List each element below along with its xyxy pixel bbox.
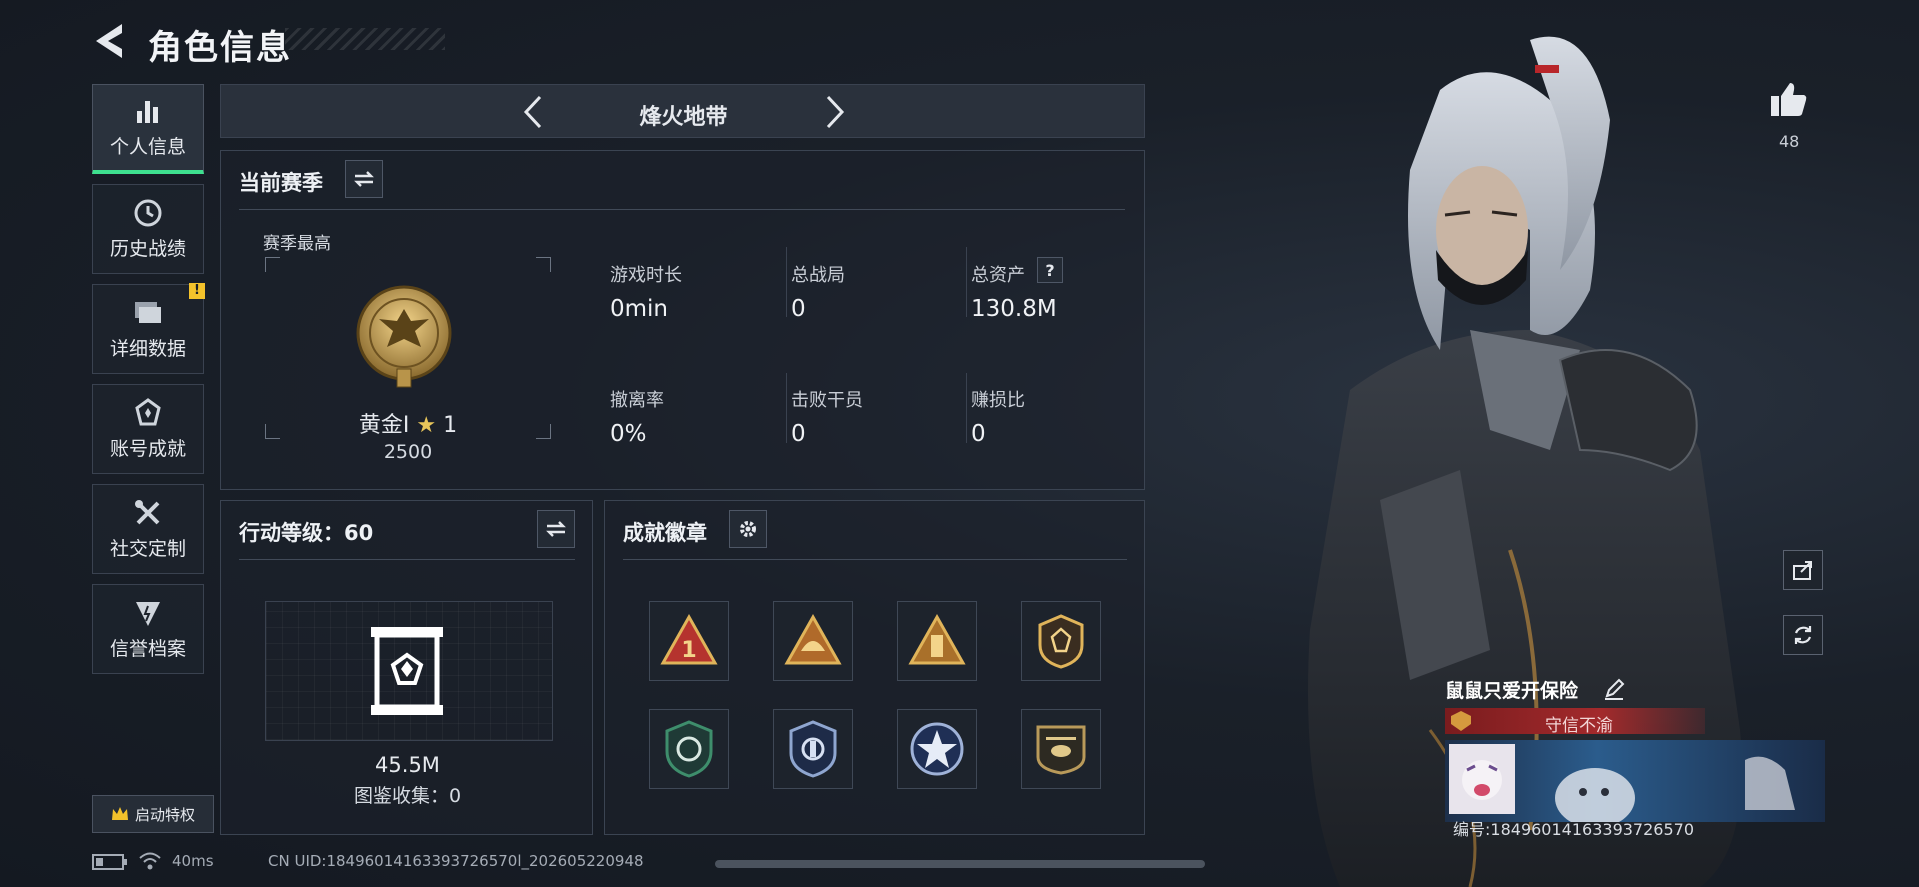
nav-item-label: 账号成就 xyxy=(109,437,186,460)
stat-label-kills: 击败干员 xyxy=(791,390,863,411)
player-title-text: 守信不渝 xyxy=(1545,716,1613,736)
like-count: 48 xyxy=(1779,132,1800,151)
scrollbar[interactable] xyxy=(715,860,1205,868)
share-icon xyxy=(1793,561,1812,580)
tools-icon xyxy=(133,498,163,528)
alert-badge: ! xyxy=(189,283,205,299)
next-mode-button[interactable] xyxy=(816,93,852,131)
action-level-switch-button[interactable] xyxy=(537,510,575,548)
tower-badge[interactable] xyxy=(897,601,977,681)
battery-icon xyxy=(92,854,127,870)
wifi-icon xyxy=(139,852,161,870)
nav-item-label: 信誉档案 xyxy=(109,637,186,660)
player-card: 鼠鼠只爱开保险 守信不渝 编号:18496014163393726570 xyxy=(1445,670,1825,840)
stat-label-playtime: 游戏时长 xyxy=(610,265,682,286)
player-name: 鼠鼠只爱开保险 xyxy=(1445,680,1579,702)
nav-item-label: 详细数据 xyxy=(109,337,186,360)
collection-count: 图鉴收集：0 xyxy=(353,785,462,807)
stat-value-assets: 130.8M xyxy=(971,296,1057,322)
achievement-badges-panel: 成就徽章 1 xyxy=(604,500,1145,835)
gear-icon xyxy=(740,521,756,537)
stat-label-matches: 总战局 xyxy=(791,265,845,286)
action-level-panel: 行动等级：60 45.5M 图鉴收集：0 xyxy=(220,500,593,835)
helmet-badge[interactable] xyxy=(773,601,853,681)
mode-title: 烽火地带 xyxy=(639,105,728,130)
nav-item-label: 历史战绩 xyxy=(109,237,186,260)
player-banner xyxy=(1445,740,1825,822)
achievement-icon xyxy=(133,397,163,428)
season-switch-button[interactable] xyxy=(345,160,383,198)
thumbs-up-icon[interactable] xyxy=(1768,80,1808,120)
refresh-icon xyxy=(1794,626,1812,644)
stat-label-extraction-rate: 撤离率 xyxy=(610,390,664,411)
player-id: 编号:18496014163393726570 xyxy=(1453,820,1694,839)
badge-settings-button[interactable] xyxy=(729,510,767,548)
folder-icon xyxy=(133,298,163,328)
action-level-value: 60 xyxy=(344,521,374,545)
nav-item-label: 个人信息 xyxy=(109,136,186,158)
title-emblem-icon xyxy=(1451,711,1471,731)
stat-value-kills: 0 xyxy=(791,421,806,447)
stat-value-profit-ratio: 0 xyxy=(971,421,986,447)
back-button[interactable] xyxy=(92,22,126,60)
crown-icon xyxy=(111,807,128,820)
title-decoration xyxy=(285,28,445,50)
share-button[interactable] xyxy=(1783,550,1823,590)
nav-item-label: 社交定制 xyxy=(109,537,186,560)
stat-label-profit-ratio: 赚损比 xyxy=(971,390,1025,411)
stat-value-extraction-rate: 0% xyxy=(610,421,647,447)
refresh-button[interactable] xyxy=(1783,615,1823,655)
divider xyxy=(239,559,575,560)
season-title: 当前赛季 xyxy=(239,171,323,195)
stat-label-assets: 总资产 xyxy=(971,265,1025,286)
nav-item-detailed-data[interactable]: 详细数据 ! xyxy=(92,283,205,374)
rank-name: 黄金I xyxy=(358,413,410,438)
nav-item-match-history[interactable]: 历史战绩 xyxy=(92,184,204,274)
uid-text: CN UID:18496014163393726570l_20260522094… xyxy=(268,852,644,870)
stat-value-matches: 0 xyxy=(791,296,806,322)
divider xyxy=(239,209,1125,210)
collection-case-icon xyxy=(371,627,443,715)
bar-chart-icon xyxy=(133,96,163,126)
rank-row: 黄金I ★ 1 xyxy=(221,407,595,439)
star-icon: ★ xyxy=(416,413,437,438)
season-best-label: 赛季最高 xyxy=(263,234,331,254)
achievements-title: 成就徽章 xyxy=(623,521,707,545)
nav-item-reputation[interactable]: 信誉档案 xyxy=(92,584,204,674)
star-badge[interactable] xyxy=(897,709,977,789)
diamond-shield-badge[interactable] xyxy=(1021,601,1101,681)
page-title: 角色信息 xyxy=(148,28,292,68)
launch-privilege-button[interactable]: 启动特权 xyxy=(92,795,214,833)
police-badge[interactable] xyxy=(773,709,853,789)
stat-value-playtime: 0min xyxy=(610,296,669,322)
ping-text: 40ms xyxy=(172,852,214,870)
gold-rank-emblem xyxy=(356,285,452,388)
privilege-label: 启动特权 xyxy=(134,805,195,824)
banner-artwork xyxy=(1449,744,1795,822)
season-panel: 当前赛季 赛季最高 黄金I ★ 1 2500 游戏时长 0min 总战局 0 总… xyxy=(220,150,1145,490)
assets-help-button[interactable]: ? xyxy=(1037,257,1063,283)
green-shield-badge[interactable] xyxy=(649,709,729,789)
nav-item-social-custom[interactable]: 社交定制 xyxy=(92,484,204,574)
reputation-icon xyxy=(133,598,163,628)
rank-stars: 1 xyxy=(443,413,458,438)
mode-selector: 烽火地带 xyxy=(220,84,1145,138)
helicopter-badge[interactable] xyxy=(1021,709,1101,789)
collection-value-text: 45.5M xyxy=(375,753,440,777)
edit-name-button[interactable] xyxy=(1603,678,1625,700)
svg-text:1: 1 xyxy=(681,638,696,663)
action-level-title: 行动等级：60 xyxy=(239,521,374,545)
swap-icon xyxy=(546,521,566,537)
player-title-bar: 守信不渝 xyxy=(1445,708,1705,736)
nav-item-account-achievements[interactable]: 账号成就 xyxy=(92,384,204,474)
rank-score: 2500 xyxy=(383,441,433,463)
clock-icon xyxy=(133,198,163,228)
swap-icon xyxy=(354,171,374,187)
nav-item-personal-info[interactable]: 个人信息 xyxy=(92,84,204,174)
rank-one-badge[interactable]: 1 xyxy=(649,601,729,681)
divider xyxy=(623,559,1127,560)
